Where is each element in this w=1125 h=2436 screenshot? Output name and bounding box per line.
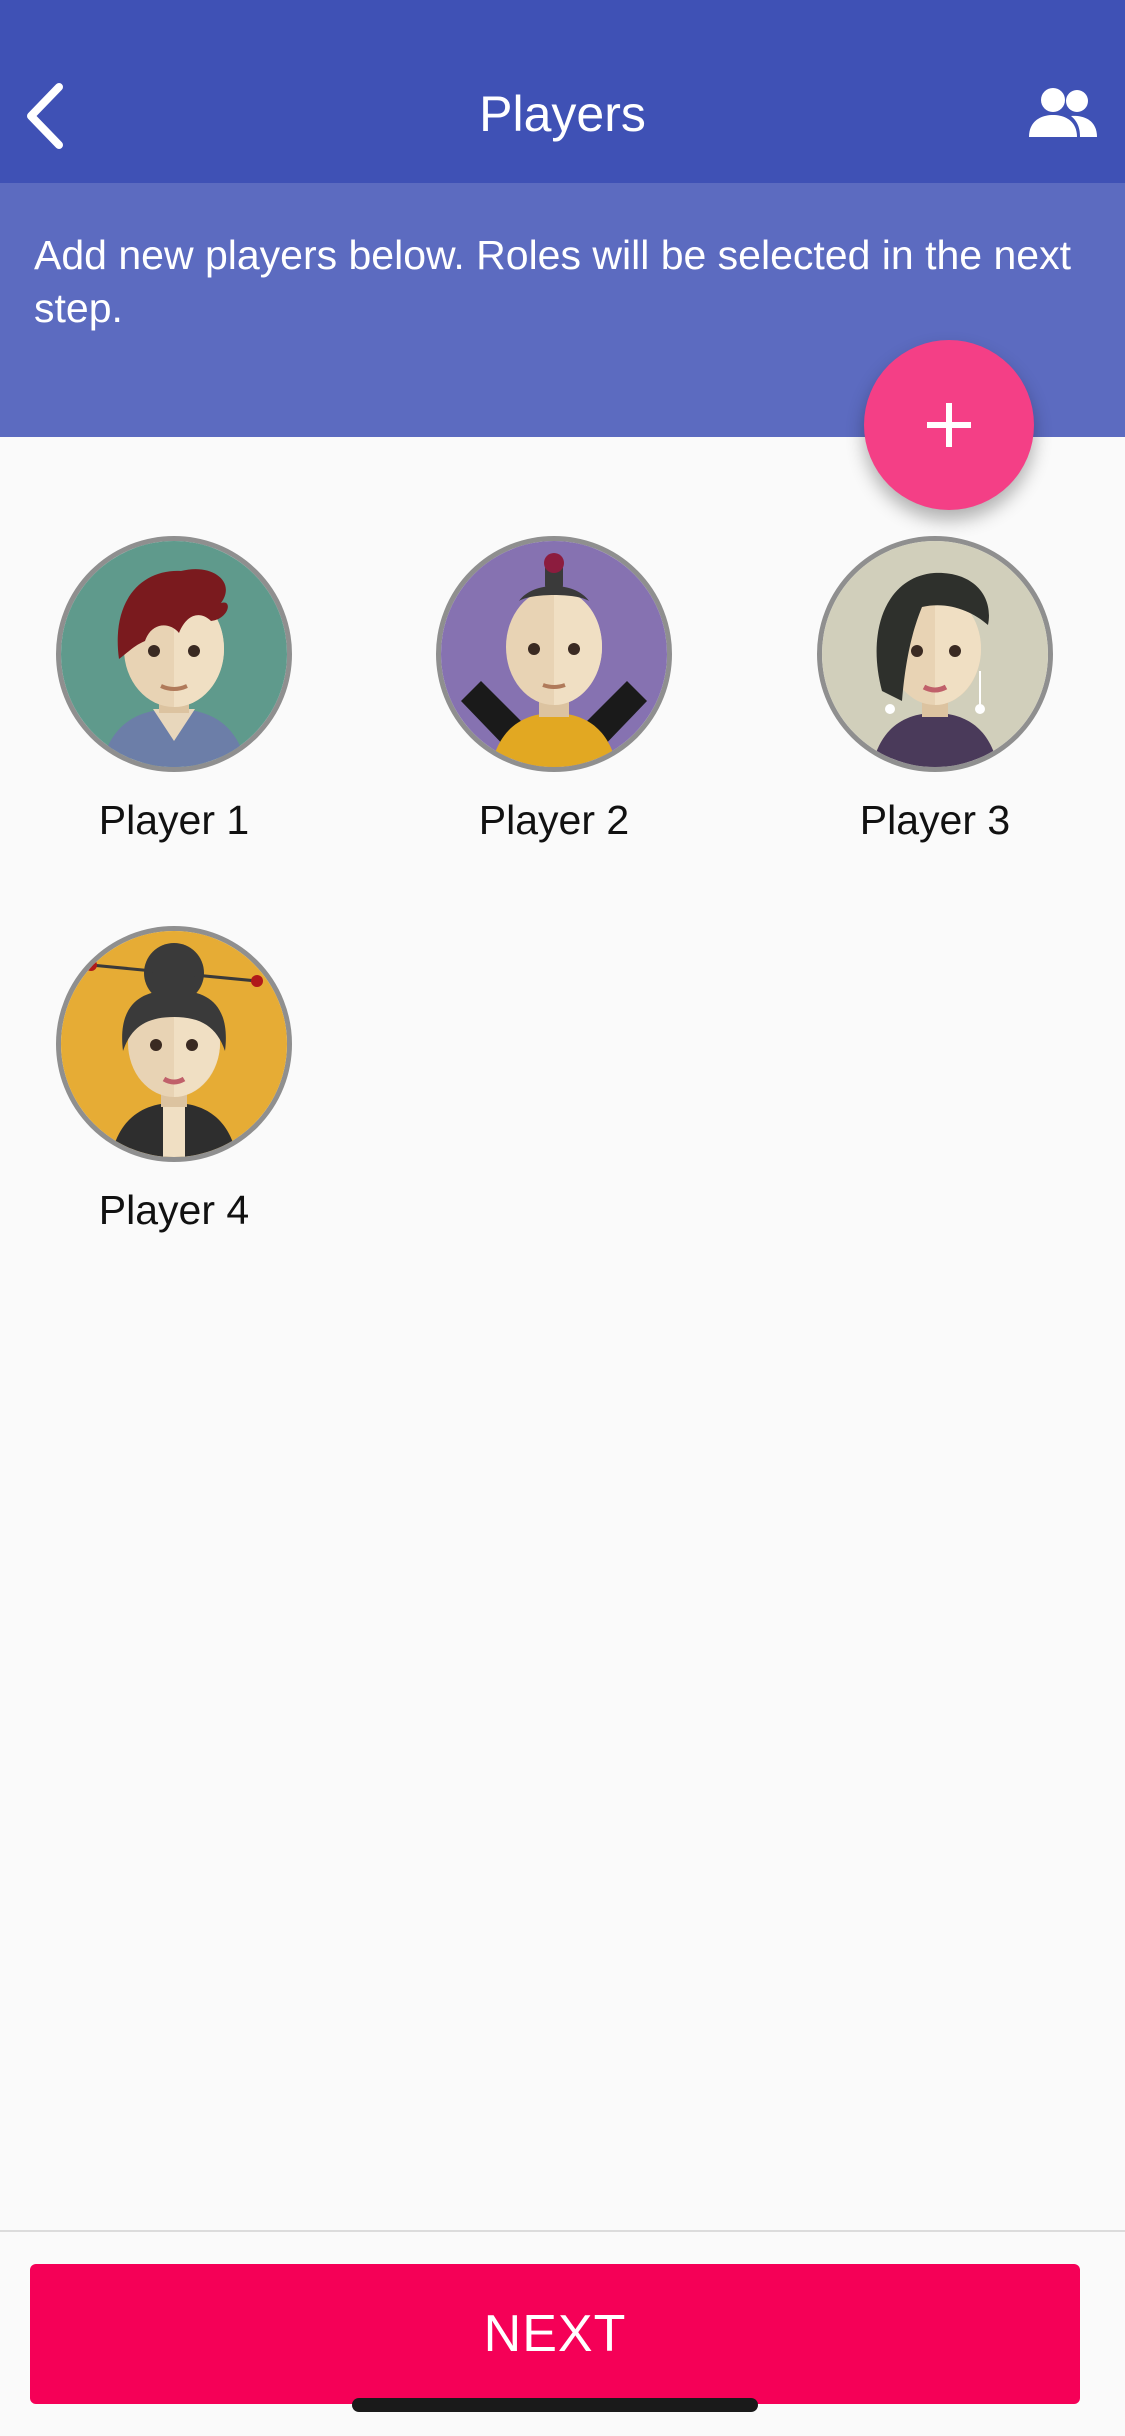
player-name: Player 2 (478, 797, 630, 843)
player-name: Player 3 (859, 797, 1011, 843)
home-indicator (352, 2398, 758, 2412)
player-name: Player 1 (98, 797, 250, 843)
topknot-man-avatar (436, 536, 672, 772)
bun-haired-woman-avatar (56, 926, 292, 1162)
dark-haired-woman-avatar (817, 536, 1053, 772)
footer-divider (0, 2230, 1125, 2232)
red-haired-man-avatar (56, 536, 292, 772)
people-icon (1029, 88, 1097, 137)
app-header: Players (0, 0, 1125, 183)
player-card[interactable]: Player 4 (24, 926, 324, 1236)
player-card[interactable]: Player 2 (404, 536, 704, 846)
banner-text: Add new players below. Roles will be sel… (34, 232, 1071, 331)
plus-icon (927, 403, 971, 447)
player-card[interactable]: Player 1 (24, 536, 324, 846)
player-card[interactable]: Player 3 (785, 536, 1085, 846)
next-button[interactable]: NEXT (30, 2264, 1080, 2404)
add-player-button[interactable] (864, 340, 1034, 510)
players-button[interactable] (1023, 78, 1103, 148)
player-name: Player 4 (98, 1187, 250, 1233)
page-title: Players (479, 86, 646, 142)
